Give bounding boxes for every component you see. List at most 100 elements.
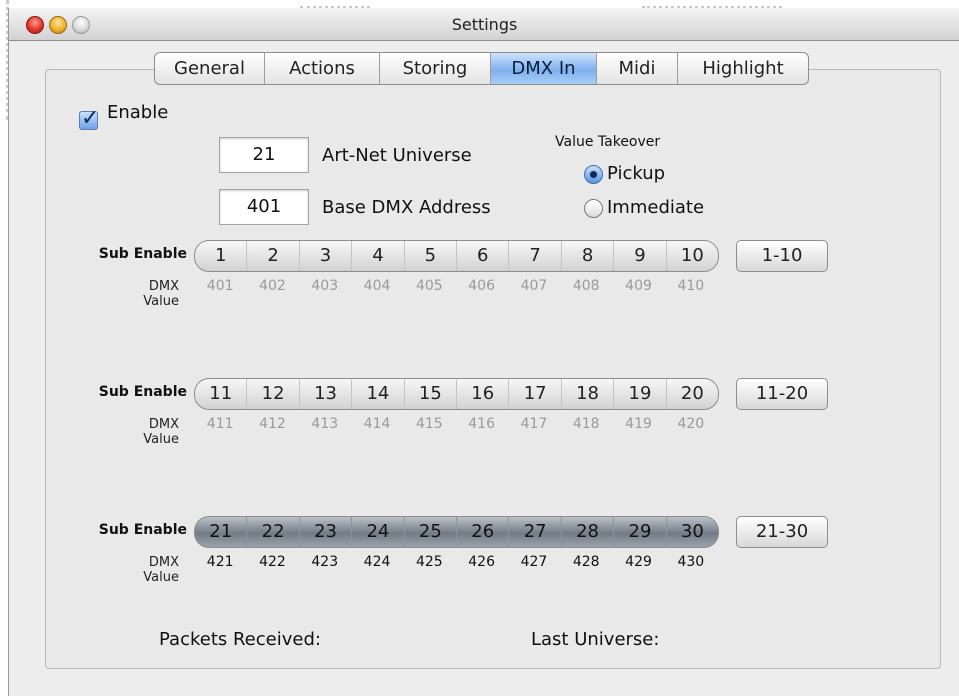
dmx-value: 409 — [625, 278, 652, 294]
sub-18-button[interactable]: 18 — [562, 379, 615, 409]
dmx-label: DMX — [148, 555, 179, 570]
art-net-universe-field[interactable]: 21 — [219, 137, 309, 173]
sub-enable-label: Sub Enable — [98, 246, 187, 262]
sub-enable-segment-11-20: 11 12 13 14 15 16 17 18 19 20 — [194, 378, 719, 410]
dmx-value: 403 — [311, 278, 339, 294]
sub-28-button[interactable]: 28 — [562, 517, 615, 547]
dmx-value: 425 — [415, 554, 443, 570]
dmx-value: 428 — [572, 554, 600, 570]
settings-window: Settings General Actions Storing DMX In … — [8, 8, 959, 696]
sub-4-button[interactable]: 4 — [352, 241, 405, 271]
tab-midi[interactable]: Midi — [597, 53, 678, 84]
dmx-value: 413 — [311, 416, 339, 432]
base-dmx-address-field[interactable]: 401 — [219, 189, 309, 225]
tab-storing[interactable]: Storing — [380, 53, 491, 84]
sub-3-button[interactable]: 3 — [300, 241, 353, 271]
immediate-radio[interactable] — [584, 199, 603, 218]
dmx-value: 417 — [520, 416, 548, 432]
tab-general[interactable]: General — [155, 53, 265, 84]
dmx-value-label: DMX Value — [124, 279, 179, 309]
sub-16-button[interactable]: 16 — [457, 379, 510, 409]
range-1-10-button[interactable]: 1-10 — [736, 240, 828, 272]
dmx-value: 402 — [259, 278, 286, 294]
dmx-value: 406 — [468, 278, 495, 294]
sub-enable-segment-1-10: 1 2 3 4 5 6 7 8 9 10 — [194, 240, 719, 272]
pickup-radio[interactable] — [584, 165, 603, 184]
sub-23-button[interactable]: 23 — [300, 517, 353, 547]
dmx-value-label: DMX Value — [124, 417, 179, 447]
dmx-value: 404 — [363, 278, 391, 294]
sub-19-button[interactable]: 19 — [614, 379, 667, 409]
dmx-values-21-30: 421 422 423 424 425 426 427 428 429 430 — [194, 554, 717, 570]
dmx-values-11-20: 411 412 413 414 415 416 417 418 419 420 — [194, 416, 717, 432]
value-label: Value — [143, 432, 179, 447]
dmx-value: 411 — [206, 416, 234, 432]
value-takeover-heading: Value Takeover — [555, 134, 661, 150]
dmx-label: DMX — [148, 279, 179, 294]
sub-15-button[interactable]: 15 — [405, 379, 458, 409]
sub-enable-label: Sub Enable — [98, 522, 187, 538]
sub-enable-segment-21-30: 21 22 23 24 25 26 27 28 29 30 — [194, 516, 719, 548]
sub-12-button[interactable]: 12 — [247, 379, 300, 409]
sub-30-button[interactable]: 30 — [667, 517, 718, 547]
sub-26-button[interactable]: 26 — [457, 517, 510, 547]
dmx-label: DMX — [148, 417, 179, 432]
sub-10-button[interactable]: 10 — [667, 241, 718, 271]
sub-25-button[interactable]: 25 — [405, 517, 458, 547]
dmx-value: 401 — [206, 278, 234, 294]
enable-label: Enable — [107, 102, 169, 123]
dmx-value: 405 — [415, 278, 443, 294]
sub-11-button[interactable]: 11 — [195, 379, 248, 409]
sub-14-button[interactable]: 14 — [352, 379, 405, 409]
tab-bar: General Actions Storing DMX In Midi High… — [154, 52, 809, 85]
tab-actions[interactable]: Actions — [265, 53, 380, 84]
window-title: Settings — [451, 15, 518, 34]
dmx-value: 421 — [206, 554, 234, 570]
dmx-value: 418 — [572, 416, 600, 432]
sub-13-button[interactable]: 13 — [300, 379, 353, 409]
dmx-value: 420 — [677, 416, 705, 432]
sub-5-button[interactable]: 5 — [405, 241, 458, 271]
sub-1-button[interactable]: 1 — [195, 241, 248, 271]
dmx-value-label: DMX Value — [124, 555, 179, 585]
sub-6-button[interactable]: 6 — [457, 241, 510, 271]
immediate-label: Immediate — [607, 197, 705, 218]
dmx-value: 424 — [363, 554, 391, 570]
range-11-20-button[interactable]: 11-20 — [736, 378, 828, 410]
dmx-value: 414 — [363, 416, 391, 432]
dmx-value: 426 — [468, 554, 495, 570]
sub-8-button[interactable]: 8 — [562, 241, 615, 271]
enable-checkbox[interactable]: ✓ — [79, 106, 99, 131]
dmx-value: 429 — [625, 554, 652, 570]
tab-dmx-in[interactable]: DMX In — [491, 53, 597, 84]
pickup-label: Pickup — [607, 163, 666, 184]
dmx-value: 410 — [677, 278, 705, 294]
title-bar[interactable]: Settings — [9, 8, 959, 41]
sub-24-button[interactable]: 24 — [352, 517, 405, 547]
sub-2-button[interactable]: 2 — [247, 241, 300, 271]
dmx-values-1-10: 401 402 403 404 405 406 407 408 409 410 — [194, 278, 717, 294]
dmx-value: 408 — [572, 278, 600, 294]
checkmark-icon: ✓ — [81, 106, 100, 131]
dmx-value: 419 — [625, 416, 652, 432]
dmx-value: 416 — [468, 416, 495, 432]
dmx-value: 423 — [311, 554, 339, 570]
sub-21-button[interactable]: 21 — [195, 517, 248, 547]
packets-received-label: Packets Received: — [159, 629, 321, 650]
sub-27-button[interactable]: 27 — [509, 517, 562, 547]
value-label: Value — [143, 570, 179, 585]
sub-17-button[interactable]: 17 — [509, 379, 562, 409]
tab-highlight[interactable]: Highlight — [678, 53, 808, 84]
dmx-value: 412 — [259, 416, 286, 432]
dmx-value: 422 — [259, 554, 286, 570]
dmx-value: 415 — [415, 416, 443, 432]
sub-20-button[interactable]: 20 — [667, 379, 718, 409]
sub-22-button[interactable]: 22 — [247, 517, 300, 547]
dmx-value: 430 — [677, 554, 705, 570]
last-universe-label: Last Universe: — [531, 629, 660, 650]
sub-enable-label: Sub Enable — [98, 384, 187, 400]
sub-7-button[interactable]: 7 — [509, 241, 562, 271]
sub-29-button[interactable]: 29 — [614, 517, 667, 547]
range-21-30-button[interactable]: 21-30 — [736, 516, 828, 548]
sub-9-button[interactable]: 9 — [614, 241, 667, 271]
